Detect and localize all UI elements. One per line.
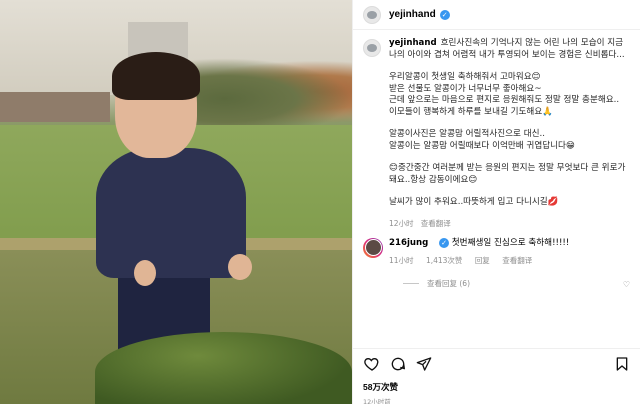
author-avatar[interactable] bbox=[363, 5, 381, 24]
comment-body: 216jung ✓ 첫번째생일 진심으로 축하해!!!!! 11小时 1,413… bbox=[389, 238, 619, 266]
comment-icon[interactable] bbox=[389, 355, 407, 373]
post-actions: 58万次赞 12小时前 bbox=[353, 348, 640, 404]
caption-line-2: 알콩이사진은 알콩맘 어릴적사진으로 대신.. 알콩이는 알콩맘 어릴때보다 이… bbox=[389, 129, 575, 151]
child-sweater bbox=[96, 148, 246, 278]
avatar-dog-icon bbox=[367, 44, 377, 52]
post-body: yejinhand 흐린사진속의 기억나지 않는 어린 나의 모습이 지금 나의 … bbox=[353, 38, 640, 289]
child-hand-left bbox=[134, 260, 156, 286]
comment-text: 첫번째생일 진심으로 축하해!!!!! bbox=[451, 237, 570, 248]
view-replies[interactable]: 查看回复 (6) bbox=[403, 278, 631, 289]
photo-bush bbox=[95, 332, 352, 404]
comment-likes[interactable]: 1,413次赞 bbox=[426, 256, 462, 265]
verified-badge-icon: ✓ bbox=[439, 9, 450, 20]
send-icon[interactable] bbox=[415, 355, 433, 373]
verified-badge-icon: ✓ bbox=[439, 238, 450, 248]
photo-roof bbox=[0, 92, 110, 122]
caption-text: yejinhand 흐린사진속의 기억나지 않는 어린 나의 모습이 지금 나의 … bbox=[389, 38, 631, 220]
child-hand-right bbox=[228, 254, 252, 280]
post-sidebar: yejinhand ✓ yejinhand 흐린사진속의 기억나지 않는 어린 나… bbox=[352, 0, 640, 404]
replies-divider bbox=[403, 282, 419, 284]
avatar-dog-icon bbox=[367, 10, 377, 19]
child-hair bbox=[112, 52, 200, 100]
comment-reply-button[interactable]: 回复 bbox=[475, 256, 490, 265]
caption-line-1: 우리알콩이 첫생일 축하해줘서 고마워요😊 받은 선물도 알콩이가 너무너무 좋… bbox=[389, 72, 620, 117]
post-time: 12小时前 bbox=[363, 398, 391, 404]
comment-translate-link[interactable]: 查看翻译 bbox=[502, 256, 532, 265]
caption-username[interactable]: yejinhand bbox=[389, 38, 437, 48]
comment-meta: 11小时 1,413次赞 回复 查看翻译 bbox=[389, 255, 619, 266]
post-caption: yejinhand 흐린사진속의 기억나지 않는 어린 나의 모습이 지금 나의 … bbox=[363, 38, 631, 220]
post-photo[interactable] bbox=[0, 0, 352, 404]
caption-line-3: 😊중간중간 여러분께 받는 응원의 편지는 정말 무엇보다 큰 위로가 돼요..… bbox=[389, 163, 626, 185]
action-icons bbox=[363, 355, 631, 373]
bookmark-icon[interactable] bbox=[613, 355, 631, 373]
heart-icon[interactable] bbox=[363, 355, 381, 373]
caption-avatar[interactable] bbox=[363, 39, 381, 57]
commenter-username[interactable]: 216jung bbox=[389, 238, 428, 248]
comment-like-heart-icon[interactable]: ♡ bbox=[623, 280, 630, 289]
comment-time: 11小时 bbox=[389, 255, 414, 265]
commenter-avatar[interactable] bbox=[363, 237, 383, 258]
caption-line-4: 날씨가 많이 추워요..따뜻하게 입고 다니시길💋 bbox=[389, 197, 559, 207]
view-replies-label[interactable]: 查看回复 (6) bbox=[427, 278, 470, 289]
caption-translate-link[interactable]: 查看翻译 bbox=[421, 219, 451, 228]
comment-item: 216jung ✓ 첫번째생일 진심으로 축하해!!!!! 11小时 1,413… bbox=[363, 237, 631, 266]
caption-time: 12小时 bbox=[389, 218, 414, 228]
author-username[interactable]: yejinhand bbox=[389, 9, 436, 20]
post-header: yejinhand ✓ bbox=[353, 0, 640, 30]
post-likes[interactable]: 58万次赞 bbox=[363, 381, 631, 393]
